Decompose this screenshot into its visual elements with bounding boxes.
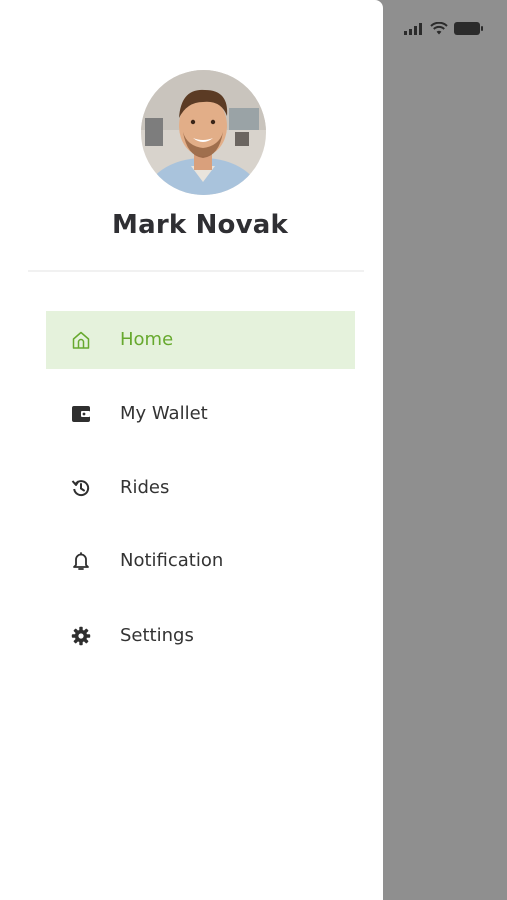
menu-item-label: Notification: [120, 550, 224, 571]
menu-item-label: Settings: [120, 625, 194, 646]
bell-icon: [70, 550, 92, 572]
menu-item-notification[interactable]: Notification: [46, 532, 355, 590]
history-icon: [70, 477, 92, 499]
menu-item-label: Home: [120, 329, 174, 350]
status-bar: [383, 14, 507, 44]
menu-item-label: Rides: [120, 477, 170, 498]
gear-icon: [70, 625, 92, 647]
home-icon: [70, 329, 92, 351]
menu-item-rides[interactable]: Rides: [46, 459, 355, 517]
menu-item-my-wallet[interactable]: My Wallet: [46, 385, 355, 443]
menu-item-label: My Wallet: [120, 403, 208, 424]
menu-item-home[interactable]: Home: [46, 311, 355, 369]
battery-icon: [454, 20, 484, 39]
navigation-drawer: Mark Novak Home My Wallet Rides Notifica…: [0, 0, 383, 900]
menu-item-settings[interactable]: Settings: [46, 607, 355, 665]
user-name: Mark Novak: [112, 210, 288, 240]
wifi-icon: [430, 20, 448, 39]
drawer-scrim-overlay[interactable]: [383, 0, 507, 900]
divider: [28, 270, 364, 272]
signal-icon: [404, 20, 424, 39]
avatar[interactable]: [141, 70, 266, 195]
wallet-icon: [70, 403, 92, 425]
